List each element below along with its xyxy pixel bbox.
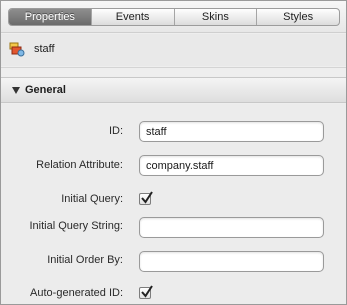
initial-query-string-label: Initial Query String:	[29, 220, 123, 232]
initial-query-checkbox[interactable]	[139, 191, 153, 205]
divider	[1, 67, 346, 68]
properties-panel: Properties Events Skins Styles staff Gen…	[0, 0, 347, 305]
section-title: General	[25, 84, 66, 96]
component-header: staff	[1, 34, 346, 66]
initial-query-label: Initial Query:	[61, 193, 123, 205]
disclosure-triangle-icon[interactable]	[12, 87, 20, 94]
initial-order-by-field[interactable]	[139, 251, 324, 272]
tab-properties[interactable]: Properties	[9, 9, 91, 25]
section-header-general[interactable]: General	[1, 77, 346, 103]
initial-query-string-field[interactable]	[139, 217, 324, 238]
auto-generated-id-label: Auto-generated ID:	[30, 287, 123, 299]
component-name: staff	[34, 43, 55, 55]
initial-order-by-label: Initial Order By:	[47, 254, 123, 266]
relation-attribute-label: Relation Attribute:	[36, 159, 123, 171]
checkmark-icon	[141, 285, 153, 298]
component-icon	[9, 41, 25, 57]
tab-styles[interactable]: Styles	[256, 9, 339, 25]
id-field[interactable]	[139, 121, 324, 142]
auto-generated-id-checkbox[interactable]	[139, 285, 153, 299]
general-section-content: ID: Relation Attribute: Initial Query: I…	[1, 104, 346, 304]
relation-attribute-field[interactable]	[139, 155, 324, 176]
tab-bar: Properties Events Skins Styles	[1, 1, 346, 33]
tab-events[interactable]: Events	[90, 9, 174, 25]
tab-group: Properties Events Skins Styles	[8, 8, 340, 26]
checkmark-icon	[141, 191, 153, 204]
tab-skins[interactable]: Skins	[173, 9, 257, 25]
id-label: ID:	[108, 125, 123, 137]
